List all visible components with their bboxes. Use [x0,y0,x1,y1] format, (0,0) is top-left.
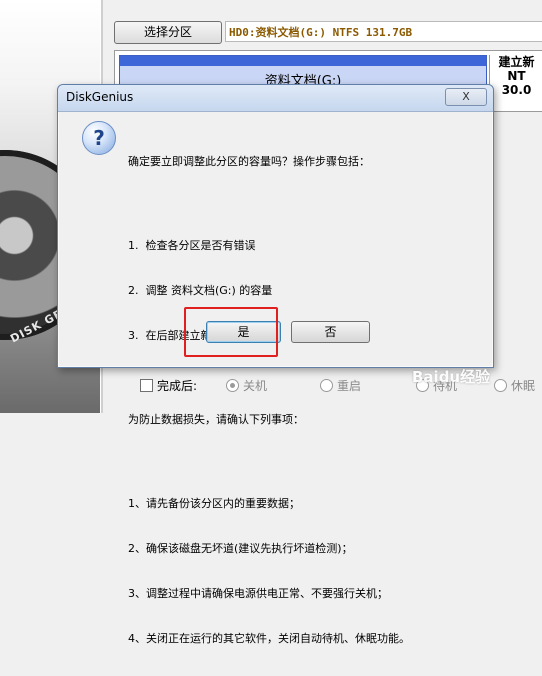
dialog-title: DiskGenius [66,90,134,104]
new-partition-line1: 建立新 [498,55,535,69]
partition-segment-new[interactable]: 建立新 NT 30.0 [489,55,542,107]
hibernate-label: 休眠 [511,379,536,393]
notice-1: 1、请先备份该分区内的重要数据； [128,497,300,510]
hibernate-option[interactable]: 休眠 [494,377,535,394]
dialog-titlebar[interactable]: DiskGenius X [58,85,493,112]
notice-4: 4、关闭正在运行的其它软件，关闭自动待机、休眠功能。 [128,632,410,645]
hibernate-radio[interactable] [494,379,507,392]
partition-info-field: HD0:资料文档(G:) NTFS 131.7GB [225,21,542,42]
close-button[interactable]: X [445,88,487,106]
step-1: 1. 检查各分区是否有错误 [128,239,256,252]
intro-text: 确定要立即调整此分区的容量吗？操作步骤包括： [128,155,370,168]
notice-2: 2、确保该磁盘无坏道(建议先执行坏道检测)； [128,542,353,555]
highlight-box [184,307,278,357]
question-icon: ? [82,121,116,155]
dialog-message: 确定要立即调整此分区的容量吗？操作步骤包括： 1. 检查各分区是否有错误 2. … [128,124,410,676]
select-partition-button[interactable]: 选择分区 [114,21,222,44]
close-icon: X [462,90,470,103]
no-button[interactable]: 否 [291,321,370,343]
watermark: Baidu经验 [412,368,491,386]
notice-3: 3、调整过程中请确保电源供电正常、不要强行关机； [128,587,388,600]
step-2: 2. 调整 资料文档(G:) 的容量 [128,284,273,297]
notice-title: 为防止数据损失，请确认下列事项： [128,413,304,426]
new-partition-line3: 30.0 [501,83,532,97]
new-partition-line2: NT [507,69,526,83]
